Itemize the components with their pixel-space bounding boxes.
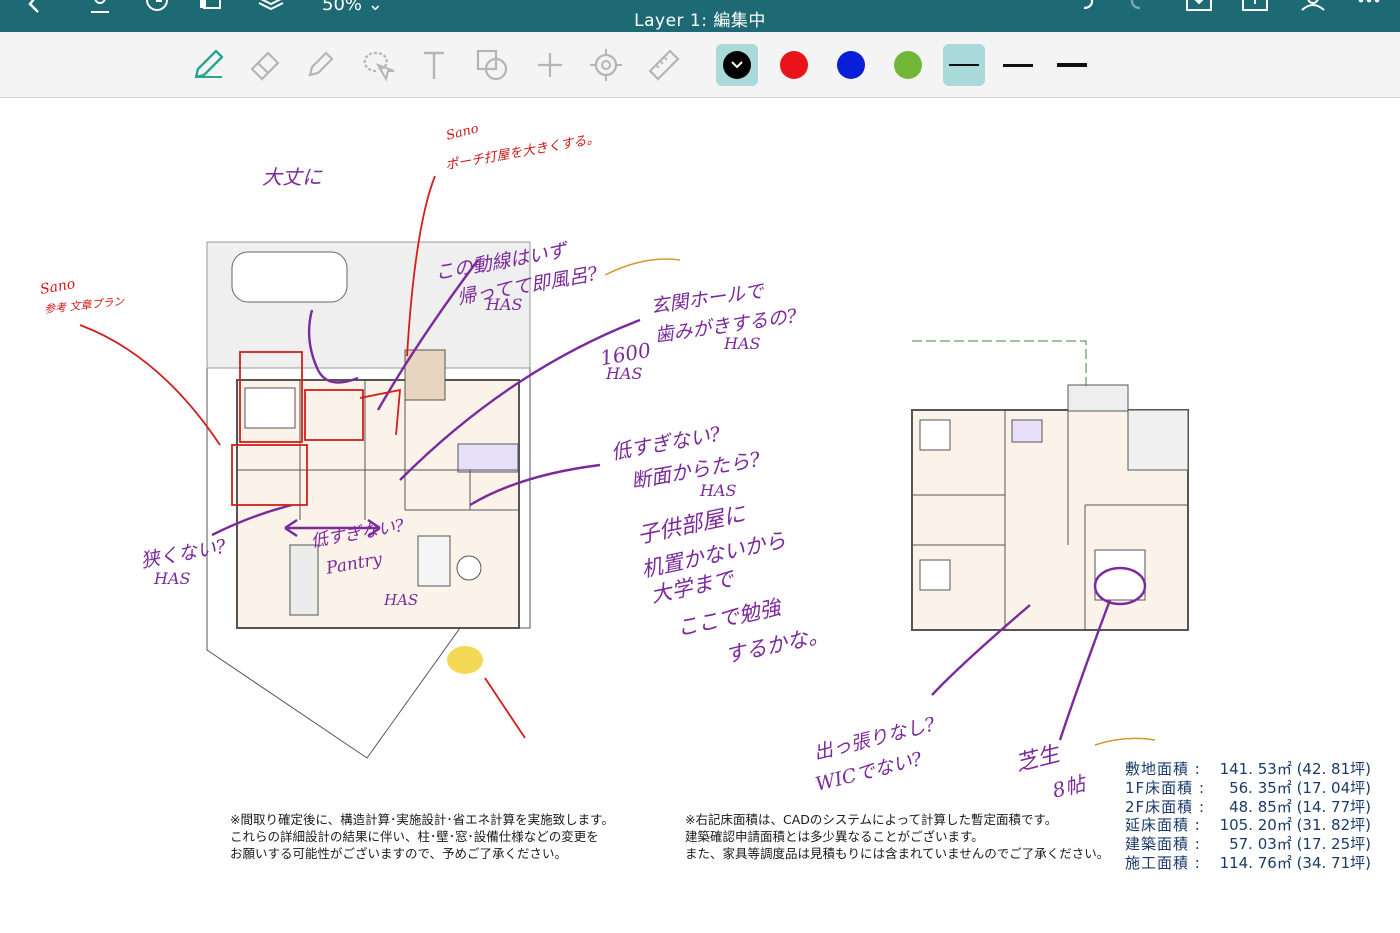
area-row: 2F床面積 :48. 85㎡ (14. 77坪) bbox=[1125, 796, 1385, 816]
note-line: お願いする可能性がございますので、予めご了承ください。 bbox=[230, 846, 568, 861]
area-label: 施工面積 : bbox=[1125, 853, 1201, 872]
pen-tool-icon[interactable] bbox=[188, 45, 228, 85]
floor-plan-2f bbox=[911, 340, 1189, 631]
annotation-text: 大丈に bbox=[262, 165, 322, 189]
drawing-toolbar bbox=[0, 32, 1400, 98]
area-row: 1F床面積 :56. 35㎡ (17. 04坪) bbox=[1125, 777, 1385, 797]
highlighter-icon[interactable] bbox=[300, 45, 340, 85]
import-icon[interactable] bbox=[1184, 0, 1214, 18]
eraser-icon[interactable] bbox=[244, 45, 284, 85]
lasso-icon[interactable] bbox=[356, 45, 396, 85]
text-tool-icon[interactable] bbox=[414, 45, 454, 85]
design-notes-right: ※右記床面積は、CADのシステムによって計算した暫定面積です。 建築確認申請面積… bbox=[685, 811, 1109, 862]
area-summary-table: 敷地面積 :141. 53㎡ (42. 81坪) 1F床面積 :56. 35㎡ … bbox=[1125, 758, 1385, 872]
note-line: ※右記床面積は、CADのシステムによって計算した暫定面積です。 bbox=[685, 812, 1058, 827]
annotation-text: HAS bbox=[606, 364, 643, 383]
area-value: 114. 76㎡ (34. 71坪) bbox=[1219, 853, 1371, 872]
ruler-icon[interactable] bbox=[644, 45, 684, 85]
annotation-text: HAS bbox=[486, 295, 523, 314]
undo-icon[interactable] bbox=[1072, 0, 1102, 18]
color-green-swatch[interactable] bbox=[887, 44, 929, 86]
line-medium-option[interactable] bbox=[997, 44, 1039, 86]
note-line: また、家具等調度品は見積もりには含まれていませんのでご了承ください。 bbox=[685, 846, 1110, 861]
area-row: 建築面積 :57. 03㎡ (17. 25坪) bbox=[1125, 833, 1385, 853]
laser-pointer-icon[interactable] bbox=[586, 45, 626, 85]
line-thick-option[interactable] bbox=[1051, 44, 1093, 86]
area-row: 施工面積 : 114. 76㎡ (34. 71坪) bbox=[1125, 852, 1385, 872]
user-share-icon[interactable] bbox=[1298, 0, 1328, 18]
shape-tool-icon[interactable] bbox=[472, 45, 512, 85]
more-icon[interactable] bbox=[1352, 0, 1382, 18]
area-row: 敷地面積 :141. 53㎡ (42. 81坪) bbox=[1125, 758, 1385, 778]
area-row: 延床面積 :105. 20㎡ (31. 82坪) bbox=[1125, 814, 1385, 834]
redo-icon[interactable] bbox=[1122, 0, 1152, 18]
note-line: ※間取り確定後に、構造計算･実施設計･省エネ計算を実施致します。 bbox=[230, 812, 614, 827]
annotation-text: HAS bbox=[384, 591, 419, 609]
floor-plan-1f bbox=[206, 241, 531, 759]
design-notes-left: ※間取り確定後に、構造計算･実施設計･省エネ計算を実施致します。 これらの詳細設… bbox=[230, 811, 614, 862]
plus-icon[interactable] bbox=[530, 45, 570, 85]
line-thin-option[interactable] bbox=[943, 44, 985, 86]
app-header: 50% ⌄ Layer 1: 編集中 bbox=[0, 0, 1400, 32]
annotation-text: HAS bbox=[154, 569, 191, 588]
drawing-canvas[interactable]: 大丈に ポーチ打屋を大きくする。 この動線はいず 帰ってて即風呂? HAS 玄関… bbox=[0, 99, 1400, 933]
annotation-text: HAS bbox=[724, 334, 761, 353]
color-red-swatch[interactable] bbox=[773, 44, 815, 86]
share-icon[interactable] bbox=[1240, 0, 1270, 18]
color-black-swatch[interactable] bbox=[716, 44, 758, 86]
color-blue-swatch[interactable] bbox=[830, 44, 872, 86]
note-line: 建築確認申請面積とは多少異なることがございます。 bbox=[685, 829, 984, 844]
note-line: これらの詳細設計の結果に伴い、柱･壁･窓･設備仕様などの変更を bbox=[230, 829, 599, 844]
